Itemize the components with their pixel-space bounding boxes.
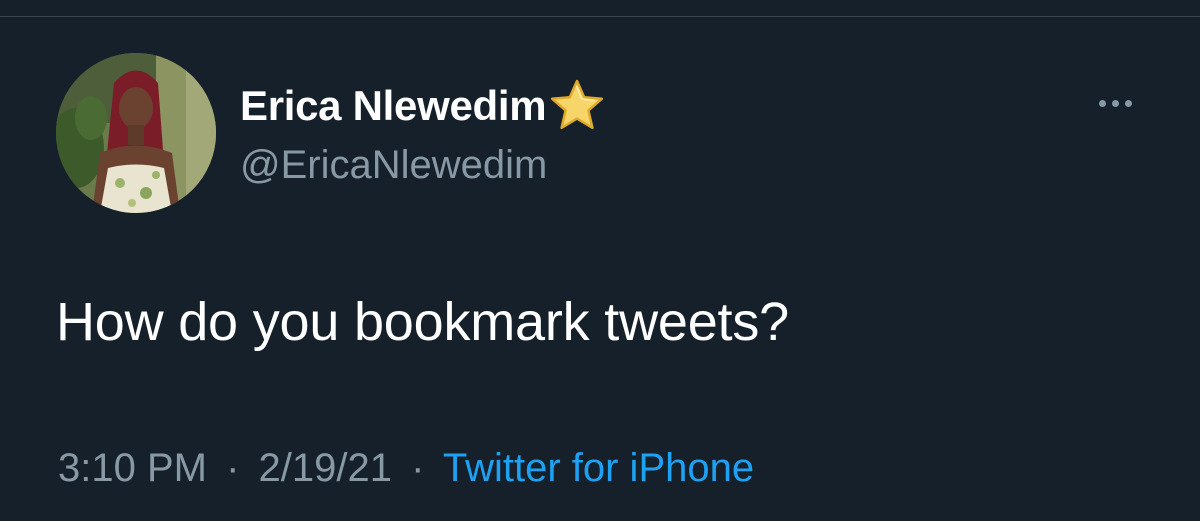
tweet-text: How do you bookmark tweets? [56, 292, 789, 352]
star-icon [548, 77, 606, 135]
more-horizontal-icon [1124, 99, 1132, 107]
more-options-button[interactable] [1090, 88, 1140, 118]
author-display-name[interactable]: Erica Nlewedim [240, 85, 547, 127]
tweet-meta: 3:10 PM · 2/19/21 · Twitter for iPhone [58, 444, 754, 492]
author-name-row[interactable]: Erica Nlewedim [240, 76, 606, 136]
tweet-date[interactable]: 2/19/21 [259, 446, 392, 490]
avatar[interactable] [56, 53, 216, 213]
author-handle[interactable]: @EricaNlewedim [240, 141, 547, 189]
tweet-source-link[interactable]: Twitter for iPhone [443, 446, 754, 490]
tweet-time[interactable]: 3:10 PM [58, 446, 207, 490]
separator: · [226, 446, 240, 490]
more-horizontal-icon [1098, 99, 1106, 107]
separator: · [411, 446, 425, 490]
top-divider [0, 16, 1200, 17]
more-horizontal-icon [1111, 99, 1119, 107]
